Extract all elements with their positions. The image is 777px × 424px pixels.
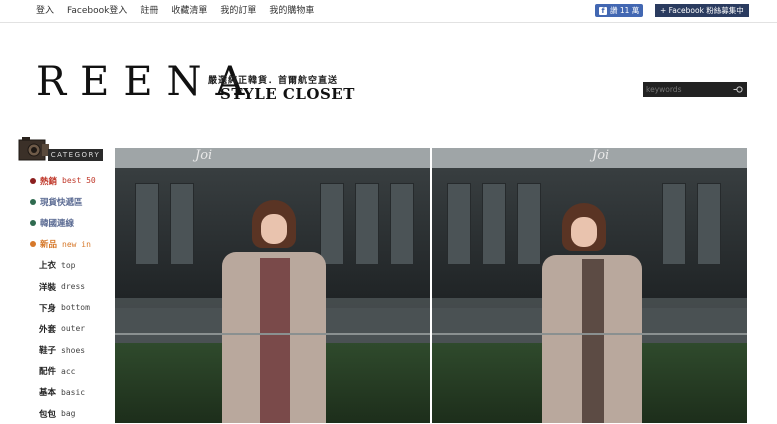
category-heading: CATEGORY [48, 149, 103, 161]
nav-facebook-login[interactable]: Facebook登入 [67, 5, 127, 17]
category-label: 熱銷 [40, 176, 58, 187]
thumbs-up-icon: f [599, 6, 607, 15]
category-best[interactable]: 熱銷 best 50 [30, 170, 96, 191]
top-nav: 登入 Facebook登入 註冊 收藏清單 我的訂單 我的購物車 [36, 5, 327, 17]
category-dress[interactable]: 洋裝 dress [30, 276, 96, 297]
category-label: 基本 [39, 388, 57, 399]
category-label-en: basic [61, 387, 86, 397]
category-label-en: acc [61, 366, 76, 376]
banner-photo-left[interactable]: Joi [115, 148, 430, 423]
category-label-en: best 50 [62, 176, 96, 186]
category-acc[interactable]: 配件 acc [30, 361, 96, 382]
category-label: 鞋子 [39, 346, 57, 357]
category-new-in[interactable]: 新品 new in [30, 234, 96, 255]
nav-my-cart[interactable]: 我的購物車 [269, 5, 314, 17]
nav-my-orders[interactable]: 我的訂單 [220, 5, 256, 17]
category-label: 洋裝 [39, 282, 57, 293]
camera-icon [18, 137, 49, 161]
category-label-en: shoes [61, 345, 86, 355]
category-label-en: bottom [61, 303, 90, 313]
category-label-en: top [61, 260, 76, 270]
category-label: 現貨快遞區 [40, 197, 83, 208]
category-bag[interactable]: 包包 bag [30, 403, 96, 424]
facebook-like-button[interactable]: f 讚 11 萬 [595, 4, 644, 17]
category-label: 下身 [39, 303, 57, 314]
category-label: 韓國連線 [40, 218, 75, 229]
store-sign: Joi [592, 148, 610, 163]
search-icon[interactable] [733, 85, 743, 94]
category-label-en: bag [61, 409, 76, 419]
category-in-stock[interactable]: 現貨快遞區 [30, 191, 96, 212]
category-korea-live[interactable]: 韓國連線 [30, 212, 96, 233]
facebook-fans-button[interactable]: + Facebook 粉絲募集中 [655, 4, 749, 17]
category-label-en: outer [61, 324, 86, 334]
nav-register[interactable]: 註冊 [140, 5, 158, 17]
bullet-icon [30, 219, 36, 226]
category-label: 包包 [39, 409, 57, 420]
bullet-icon [30, 198, 36, 205]
category-label: 上衣 [39, 261, 57, 272]
category-top[interactable]: 上衣 top [30, 255, 96, 276]
search-box [643, 82, 747, 97]
category-outer[interactable]: 外套 outer [30, 318, 96, 339]
nav-wishlist[interactable]: 收藏清單 [171, 5, 207, 17]
category-basic[interactable]: 基本 basic [30, 382, 96, 403]
product-photo: Joi [432, 148, 747, 423]
facebook-like-label: 讚 11 萬 [610, 6, 640, 15]
search-input[interactable] [643, 82, 729, 97]
top-nav-bar: 登入 Facebook登入 註冊 收藏清單 我的訂單 我的購物車 f 讚 11 … [0, 0, 777, 23]
category-label: 外套 [39, 324, 57, 335]
nav-login[interactable]: 登入 [36, 5, 54, 17]
category-shoes[interactable]: 鞋子 shoes [30, 340, 96, 361]
category-list: 熱銷 best 50 現貨快遞區 韓國連線 新品 new in 上衣 top 洋… [30, 170, 96, 424]
category-label: 配件 [39, 367, 57, 378]
product-photo: Joi [115, 148, 430, 423]
bullet-icon [30, 241, 36, 248]
category-bottom[interactable]: 下身 bottom [30, 297, 96, 318]
bullet-icon [30, 177, 36, 184]
category-label: 新品 [40, 240, 58, 251]
store-sign: Joi [195, 148, 213, 163]
logo-subtitle: STYLE CLOSET [220, 85, 355, 103]
banner-photo-right[interactable]: Joi [432, 148, 747, 423]
category-label-en: new in [62, 239, 91, 249]
category-label-en: dress [61, 282, 86, 292]
